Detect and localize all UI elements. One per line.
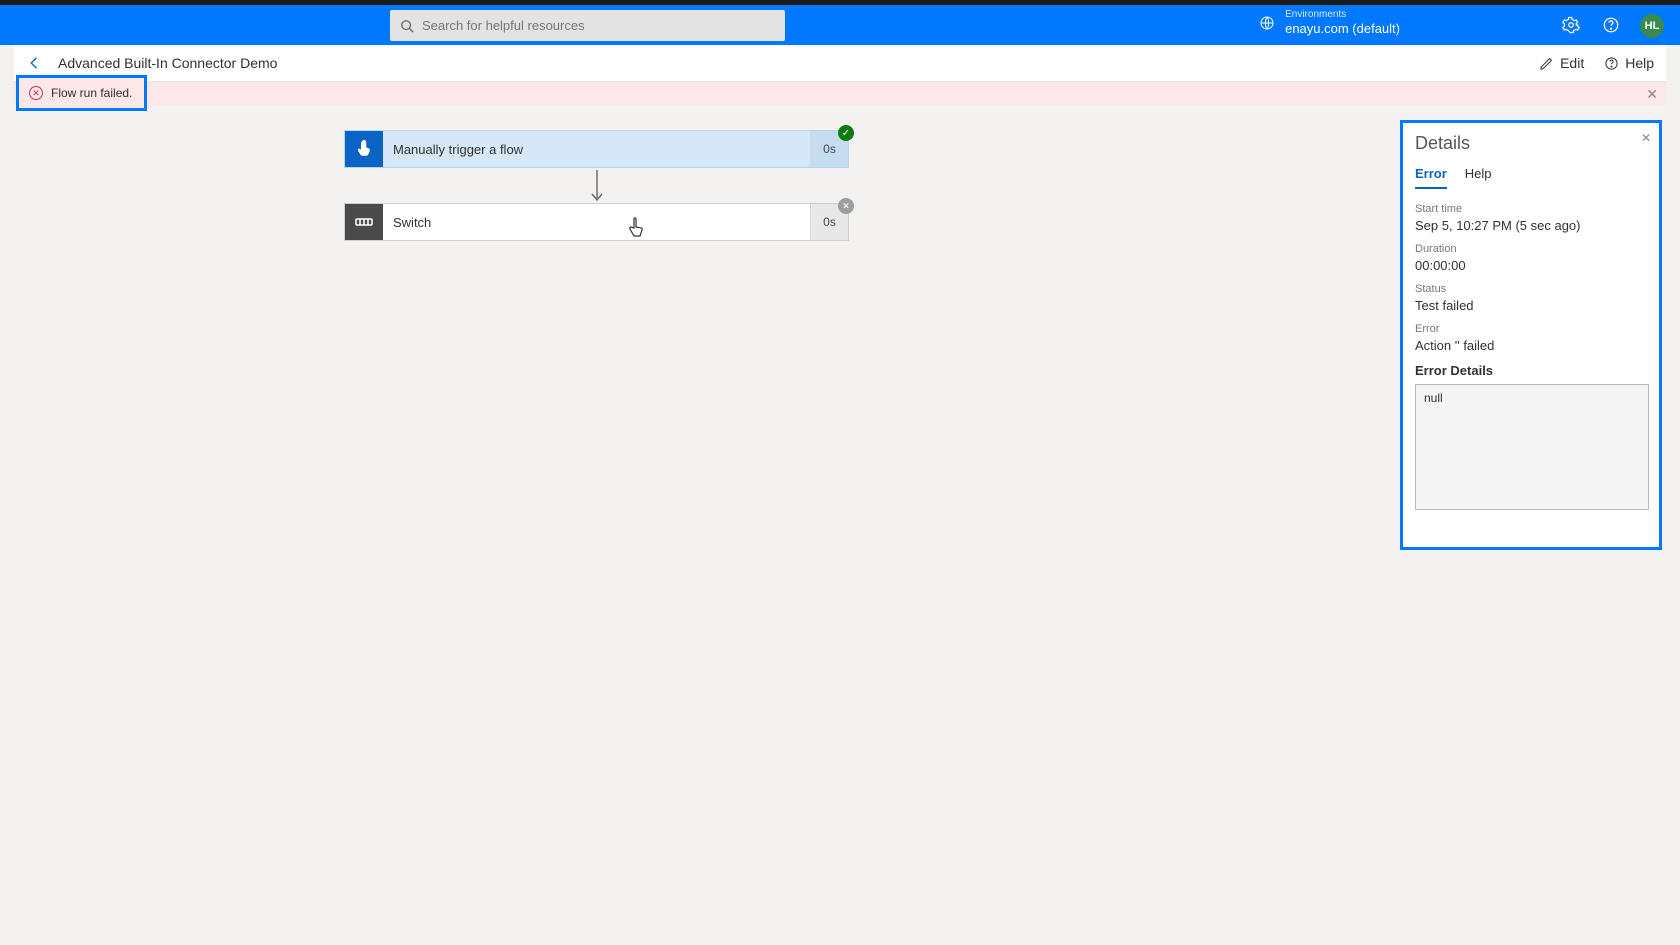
- error-banner-highlight: ✕ Flow run failed.: [16, 75, 147, 111]
- error-value: Action '' failed: [1415, 338, 1649, 353]
- trigger-label: Manually trigger a flow: [383, 131, 810, 167]
- details-title: Details: [1415, 133, 1649, 154]
- global-search[interactable]: [390, 10, 785, 41]
- duration-label: Duration: [1415, 243, 1649, 255]
- switch-icon-slot: [345, 204, 383, 240]
- start-time-value: Sep 5, 10:27 PM (5 sec ago): [1415, 218, 1649, 233]
- banner-close-icon[interactable]: ✕: [1646, 86, 1658, 103]
- user-avatar[interactable]: HL: [1640, 14, 1664, 38]
- back-arrow-icon[interactable]: [26, 54, 44, 72]
- error-details-text[interactable]: [1415, 384, 1649, 510]
- details-close-icon[interactable]: ✕: [1641, 131, 1651, 145]
- tab-error[interactable]: Error: [1415, 166, 1447, 189]
- touch-icon: [355, 140, 373, 158]
- page-title: Advanced Built-In Connector Demo: [58, 55, 277, 71]
- flow-card-switch[interactable]: Switch 0s: [344, 203, 849, 241]
- search-input[interactable]: [422, 18, 775, 33]
- environment-value: enayu.com (default): [1285, 21, 1400, 36]
- pencil-icon: [1539, 56, 1554, 71]
- help-icon[interactable]: [1602, 16, 1620, 34]
- status-fail-icon: [838, 198, 854, 214]
- page-subheader: Advanced Built-In Connector Demo Edit He…: [14, 45, 1666, 82]
- environment-label: Environments: [1285, 9, 1400, 21]
- details-tabs: Error Help: [1415, 166, 1649, 189]
- error-circle-icon: ✕: [29, 86, 43, 100]
- help-button[interactable]: Help: [1604, 55, 1654, 71]
- mouse-cursor: [628, 217, 644, 237]
- error-banner-message: Flow run failed.: [51, 86, 132, 100]
- flow-card-trigger[interactable]: Manually trigger a flow 0s: [344, 130, 849, 168]
- search-icon: [400, 19, 414, 33]
- tab-help[interactable]: Help: [1465, 166, 1492, 189]
- flow-connector-arrow: [596, 170, 597, 200]
- app-topbar: Environments enayu.com (default) HL: [0, 5, 1680, 45]
- environment-picker[interactable]: Environments enayu.com (default): [1259, 9, 1400, 36]
- switch-icon: [355, 217, 373, 227]
- error-details-heading: Error Details: [1415, 363, 1649, 378]
- help-circle-icon: [1604, 56, 1619, 71]
- status-value: Test failed: [1415, 298, 1649, 313]
- error-banner: ✕: [14, 82, 1666, 105]
- trigger-icon-slot: [345, 131, 383, 167]
- details-panel: Details ✕ Error Help Start time Sep 5, 1…: [1400, 120, 1662, 550]
- start-time-label: Start time: [1415, 203, 1649, 215]
- topbar-actions: [1562, 5, 1620, 45]
- environment-text: Environments enayu.com (default): [1285, 9, 1400, 36]
- help-label: Help: [1625, 55, 1654, 71]
- page-actions: Edit Help: [1539, 55, 1654, 71]
- status-label: Status: [1415, 283, 1649, 295]
- edit-label: Edit: [1560, 55, 1584, 71]
- duration-value: 00:00:00: [1415, 258, 1649, 273]
- environment-icon: [1259, 15, 1275, 31]
- edit-button[interactable]: Edit: [1539, 55, 1584, 71]
- status-success-icon: [838, 125, 854, 141]
- switch-label: Switch: [383, 204, 810, 240]
- settings-icon[interactable]: [1562, 16, 1580, 34]
- error-label: Error: [1415, 323, 1649, 335]
